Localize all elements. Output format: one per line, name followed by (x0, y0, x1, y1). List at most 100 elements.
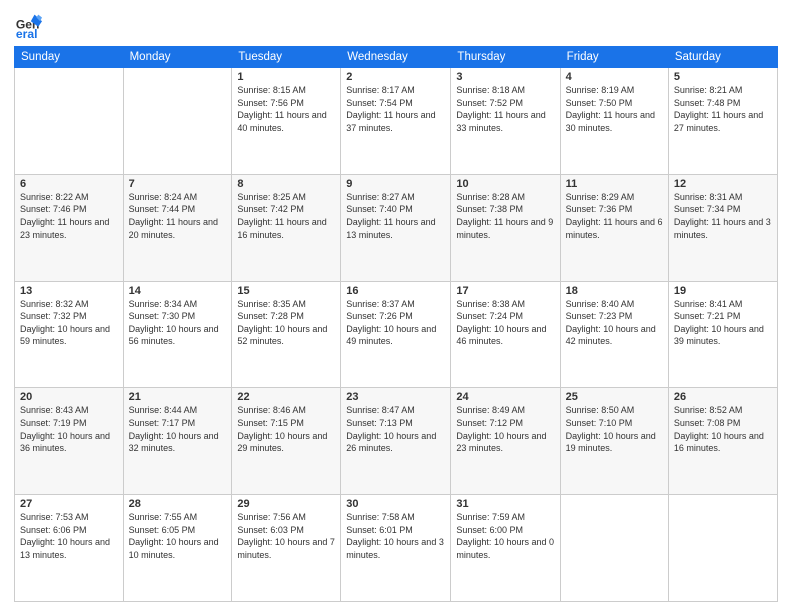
day-number: 16 (346, 285, 445, 297)
header: Gen eral (14, 10, 778, 38)
day-number: 2 (346, 71, 445, 83)
cell-info: Sunrise: 8:15 AM Sunset: 7:56 PM Dayligh… (237, 84, 335, 134)
cell-info: Sunrise: 8:34 AM Sunset: 7:30 PM Dayligh… (129, 298, 227, 348)
cell-info: Sunrise: 8:37 AM Sunset: 7:26 PM Dayligh… (346, 298, 445, 348)
cell-info: Sunrise: 8:40 AM Sunset: 7:23 PM Dayligh… (566, 298, 663, 348)
calendar-week-row: 1Sunrise: 8:15 AM Sunset: 7:56 PM Daylig… (15, 68, 778, 175)
day-number: 17 (456, 285, 554, 297)
calendar-cell: 9Sunrise: 8:27 AM Sunset: 7:40 PM Daylig… (341, 174, 451, 281)
calendar-cell: 11Sunrise: 8:29 AM Sunset: 7:36 PM Dayli… (560, 174, 668, 281)
calendar-cell: 24Sunrise: 8:49 AM Sunset: 7:12 PM Dayli… (451, 388, 560, 495)
calendar-cell (560, 495, 668, 602)
calendar-cell: 28Sunrise: 7:55 AM Sunset: 6:05 PM Dayli… (123, 495, 232, 602)
calendar-cell: 23Sunrise: 8:47 AM Sunset: 7:13 PM Dayli… (341, 388, 451, 495)
logo-icon: Gen eral (14, 10, 42, 38)
calendar-cell: 1Sunrise: 8:15 AM Sunset: 7:56 PM Daylig… (232, 68, 341, 175)
day-number: 9 (346, 178, 445, 190)
cell-info: Sunrise: 8:44 AM Sunset: 7:17 PM Dayligh… (129, 404, 227, 454)
cell-info: Sunrise: 8:32 AM Sunset: 7:32 PM Dayligh… (20, 298, 118, 348)
calendar-week-row: 13Sunrise: 8:32 AM Sunset: 7:32 PM Dayli… (15, 281, 778, 388)
logo: Gen eral (14, 10, 46, 38)
cell-info: Sunrise: 8:50 AM Sunset: 7:10 PM Dayligh… (566, 404, 663, 454)
calendar-cell: 8Sunrise: 8:25 AM Sunset: 7:42 PM Daylig… (232, 174, 341, 281)
calendar-header-wednesday: Wednesday (341, 47, 451, 68)
calendar-cell (668, 495, 777, 602)
day-number: 13 (20, 285, 118, 297)
cell-info: Sunrise: 8:49 AM Sunset: 7:12 PM Dayligh… (456, 404, 554, 454)
cell-info: Sunrise: 8:24 AM Sunset: 7:44 PM Dayligh… (129, 191, 227, 241)
calendar-week-row: 20Sunrise: 8:43 AM Sunset: 7:19 PM Dayli… (15, 388, 778, 495)
calendar-cell: 14Sunrise: 8:34 AM Sunset: 7:30 PM Dayli… (123, 281, 232, 388)
day-number: 18 (566, 285, 663, 297)
calendar-cell: 16Sunrise: 8:37 AM Sunset: 7:26 PM Dayli… (341, 281, 451, 388)
calendar-week-row: 6Sunrise: 8:22 AM Sunset: 7:46 PM Daylig… (15, 174, 778, 281)
day-number: 24 (456, 391, 554, 403)
calendar-cell: 27Sunrise: 7:53 AM Sunset: 6:06 PM Dayli… (15, 495, 124, 602)
calendar-header-tuesday: Tuesday (232, 47, 341, 68)
day-number: 12 (674, 178, 772, 190)
cell-info: Sunrise: 8:41 AM Sunset: 7:21 PM Dayligh… (674, 298, 772, 348)
calendar-cell: 31Sunrise: 7:59 AM Sunset: 6:00 PM Dayli… (451, 495, 560, 602)
calendar-cell (123, 68, 232, 175)
calendar-cell: 7Sunrise: 8:24 AM Sunset: 7:44 PM Daylig… (123, 174, 232, 281)
day-number: 7 (129, 178, 227, 190)
calendar-cell: 4Sunrise: 8:19 AM Sunset: 7:50 PM Daylig… (560, 68, 668, 175)
calendar-cell: 20Sunrise: 8:43 AM Sunset: 7:19 PM Dayli… (15, 388, 124, 495)
calendar-header-friday: Friday (560, 47, 668, 68)
day-number: 20 (20, 391, 118, 403)
calendar-cell: 6Sunrise: 8:22 AM Sunset: 7:46 PM Daylig… (15, 174, 124, 281)
calendar-cell: 2Sunrise: 8:17 AM Sunset: 7:54 PM Daylig… (341, 68, 451, 175)
calendar-header-saturday: Saturday (668, 47, 777, 68)
cell-info: Sunrise: 8:18 AM Sunset: 7:52 PM Dayligh… (456, 84, 554, 134)
day-number: 8 (237, 178, 335, 190)
calendar-cell: 30Sunrise: 7:58 AM Sunset: 6:01 PM Dayli… (341, 495, 451, 602)
day-number: 21 (129, 391, 227, 403)
day-number: 23 (346, 391, 445, 403)
cell-info: Sunrise: 8:21 AM Sunset: 7:48 PM Dayligh… (674, 84, 772, 134)
page: Gen eral SundayMondayTuesdayWednesdayThu… (0, 0, 792, 612)
calendar-header-sunday: Sunday (15, 47, 124, 68)
day-number: 15 (237, 285, 335, 297)
day-number: 25 (566, 391, 663, 403)
calendar-cell: 22Sunrise: 8:46 AM Sunset: 7:15 PM Dayli… (232, 388, 341, 495)
calendar-cell: 15Sunrise: 8:35 AM Sunset: 7:28 PM Dayli… (232, 281, 341, 388)
calendar-cell: 21Sunrise: 8:44 AM Sunset: 7:17 PM Dayli… (123, 388, 232, 495)
cell-info: Sunrise: 8:19 AM Sunset: 7:50 PM Dayligh… (566, 84, 663, 134)
day-number: 4 (566, 71, 663, 83)
day-number: 6 (20, 178, 118, 190)
cell-info: Sunrise: 8:17 AM Sunset: 7:54 PM Dayligh… (346, 84, 445, 134)
cell-info: Sunrise: 8:38 AM Sunset: 7:24 PM Dayligh… (456, 298, 554, 348)
calendar-table: SundayMondayTuesdayWednesdayThursdayFrid… (14, 46, 778, 602)
cell-info: Sunrise: 8:25 AM Sunset: 7:42 PM Dayligh… (237, 191, 335, 241)
cell-info: Sunrise: 7:59 AM Sunset: 6:00 PM Dayligh… (456, 511, 554, 561)
cell-info: Sunrise: 7:58 AM Sunset: 6:01 PM Dayligh… (346, 511, 445, 561)
calendar-week-row: 27Sunrise: 7:53 AM Sunset: 6:06 PM Dayli… (15, 495, 778, 602)
cell-info: Sunrise: 8:46 AM Sunset: 7:15 PM Dayligh… (237, 404, 335, 454)
calendar-cell: 10Sunrise: 8:28 AM Sunset: 7:38 PM Dayli… (451, 174, 560, 281)
day-number: 3 (456, 71, 554, 83)
cell-info: Sunrise: 7:53 AM Sunset: 6:06 PM Dayligh… (20, 511, 118, 561)
cell-info: Sunrise: 7:55 AM Sunset: 6:05 PM Dayligh… (129, 511, 227, 561)
day-number: 14 (129, 285, 227, 297)
calendar-header-monday: Monday (123, 47, 232, 68)
day-number: 1 (237, 71, 335, 83)
cell-info: Sunrise: 8:22 AM Sunset: 7:46 PM Dayligh… (20, 191, 118, 241)
day-number: 27 (20, 498, 118, 510)
calendar-cell: 13Sunrise: 8:32 AM Sunset: 7:32 PM Dayli… (15, 281, 124, 388)
cell-info: Sunrise: 8:28 AM Sunset: 7:38 PM Dayligh… (456, 191, 554, 241)
cell-info: Sunrise: 8:52 AM Sunset: 7:08 PM Dayligh… (674, 404, 772, 454)
calendar-cell: 17Sunrise: 8:38 AM Sunset: 7:24 PM Dayli… (451, 281, 560, 388)
calendar-cell: 26Sunrise: 8:52 AM Sunset: 7:08 PM Dayli… (668, 388, 777, 495)
calendar-header-thursday: Thursday (451, 47, 560, 68)
calendar-cell: 25Sunrise: 8:50 AM Sunset: 7:10 PM Dayli… (560, 388, 668, 495)
cell-info: Sunrise: 8:29 AM Sunset: 7:36 PM Dayligh… (566, 191, 663, 241)
day-number: 26 (674, 391, 772, 403)
svg-text:eral: eral (16, 27, 38, 38)
cell-info: Sunrise: 7:56 AM Sunset: 6:03 PM Dayligh… (237, 511, 335, 561)
calendar-cell: 3Sunrise: 8:18 AM Sunset: 7:52 PM Daylig… (451, 68, 560, 175)
day-number: 5 (674, 71, 772, 83)
day-number: 19 (674, 285, 772, 297)
day-number: 31 (456, 498, 554, 510)
cell-info: Sunrise: 8:35 AM Sunset: 7:28 PM Dayligh… (237, 298, 335, 348)
calendar-cell: 5Sunrise: 8:21 AM Sunset: 7:48 PM Daylig… (668, 68, 777, 175)
